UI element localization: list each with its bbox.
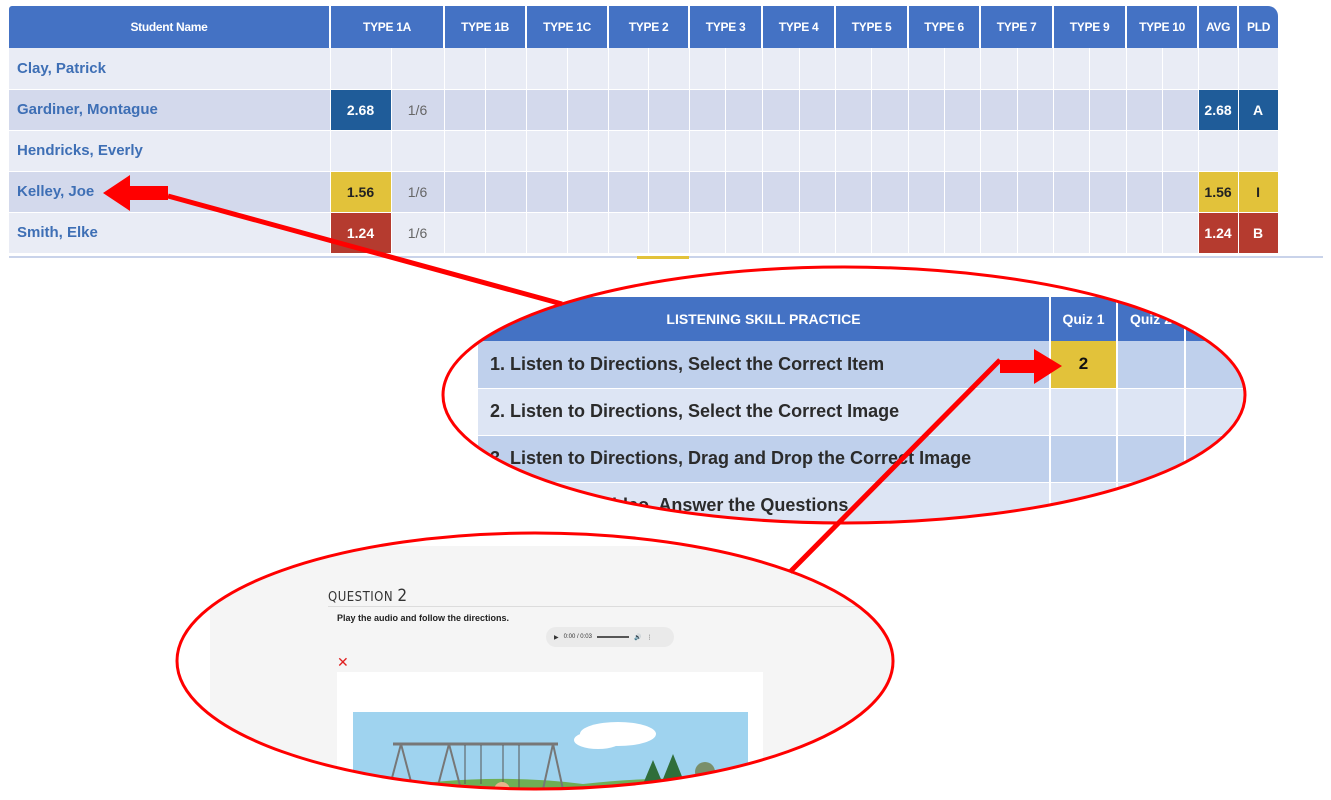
type-1a-fraction: 1/6 xyxy=(391,212,445,254)
skill-label: 4. Watch the Video, Answer the Questions xyxy=(478,482,1051,524)
pld-level xyxy=(1238,48,1279,90)
header-type-1b[interactable]: TYPE 1B xyxy=(444,6,528,48)
question-title: QUESTION 2 xyxy=(328,586,408,606)
skill-label: 1. Listen to Directions, Select the Corr… xyxy=(478,341,1051,389)
type-1a-score xyxy=(330,130,392,172)
header-type-9[interactable]: TYPE 9 xyxy=(1053,6,1128,48)
more-options-icon[interactable]: ⋮ xyxy=(646,634,652,641)
type-1a-fraction: 1/6 xyxy=(391,171,445,213)
type-1a-fraction xyxy=(391,130,445,172)
listening-skill-table: LISTENING SKILL PRACTICE Quiz 1 Quiz 2 1… xyxy=(478,297,1246,524)
header-type-5[interactable]: TYPE 5 xyxy=(835,6,910,48)
skill-row: 3. Listen to Directions, Drag and Drop t… xyxy=(478,435,1246,483)
header-student-name[interactable]: Student Name xyxy=(9,6,331,48)
table-row: Gardiner, Montague 2.68 1/6 2.68 A xyxy=(9,89,1331,131)
question-divider xyxy=(328,606,895,607)
avg-score: 1.56 xyxy=(1198,171,1239,213)
header-type-1a[interactable]: TYPE 1A xyxy=(330,6,446,48)
table-row: Hendricks, Everly xyxy=(9,130,1331,172)
grade-table-header-row: Student Name TYPE 1A TYPE 1B TYPE 1C TYP… xyxy=(9,6,1331,48)
header-pld[interactable]: PLD xyxy=(1238,6,1279,48)
table-row: Smith, Elke 1.24 1/6 1.24 B xyxy=(9,212,1331,254)
type-1a-score[interactable]: 2.68 xyxy=(330,89,392,131)
pld-level: B xyxy=(1238,212,1279,254)
header-type-3[interactable]: TYPE 3 xyxy=(689,6,764,48)
table-row: Clay, Patrick xyxy=(9,48,1331,90)
question-number: 2 xyxy=(397,586,408,606)
pld-level xyxy=(1238,130,1279,172)
avg-score: 1.24 xyxy=(1198,212,1239,254)
skill-table-title: LISTENING SKILL PRACTICE xyxy=(478,297,1051,341)
quiz-1-score-cell[interactable]: 2 xyxy=(1050,341,1118,389)
quiz-1-header[interactable]: Quiz 1 xyxy=(1050,297,1118,341)
quiz-2-header[interactable]: Quiz 2 xyxy=(1117,297,1186,341)
pld-level: I xyxy=(1238,171,1279,213)
question-image-card xyxy=(337,672,763,790)
type-1a-score[interactable]: 1.56 xyxy=(330,171,392,213)
avg-score xyxy=(1198,130,1239,172)
header-type-1c[interactable]: TYPE 1C xyxy=(526,6,610,48)
type-1a-score xyxy=(330,48,392,90)
type-1a-score[interactable]: 1.24 xyxy=(330,212,392,254)
skill-row: 2. Listen to Directions, Select the Corr… xyxy=(478,388,1246,436)
incorrect-x-icon: ✕ xyxy=(337,654,349,670)
type-1a-fraction: 1/6 xyxy=(391,89,445,131)
play-icon[interactable]: ▶ xyxy=(554,634,559,641)
quiz-1-score-cell xyxy=(1050,388,1118,436)
skill-row: 1. Listen to Directions, Select the Corr… xyxy=(478,341,1246,389)
header-avg[interactable]: AVG xyxy=(1198,6,1240,48)
header-type-2[interactable]: TYPE 2 xyxy=(608,6,691,48)
student-name-link[interactable]: Gardiner, Montague xyxy=(9,89,331,131)
audio-player[interactable]: ▶ 0:00 / 0:03 🔊 ⋮ xyxy=(546,627,674,647)
pld-level: A xyxy=(1238,89,1279,131)
zoom-callout-question: QUESTION 2 Play the audio and follow the… xyxy=(175,532,895,790)
quiz-1-score-cell xyxy=(1050,435,1118,483)
quiz-1-score-cell xyxy=(1050,482,1118,524)
header-type-4[interactable]: TYPE 4 xyxy=(762,6,837,48)
partial-score-cell xyxy=(637,256,689,259)
skill-label: 3. Listen to Directions, Drag and Drop t… xyxy=(478,435,1051,483)
header-type-10[interactable]: TYPE 10 xyxy=(1126,6,1200,48)
student-name-link[interactable]: Clay, Patrick xyxy=(9,48,331,90)
student-name-link[interactable]: Smith, Elke xyxy=(9,212,331,254)
volume-icon[interactable]: 🔊 xyxy=(634,634,641,641)
question-instruction: Play the audio and follow the directions… xyxy=(337,613,510,623)
header-type-6[interactable]: TYPE 6 xyxy=(908,6,982,48)
student-name-link[interactable]: Hendricks, Everly xyxy=(9,130,331,172)
student-name-link[interactable]: Kelley, Joe xyxy=(9,171,331,213)
avg-score xyxy=(1198,48,1239,90)
type-1a-fraction xyxy=(391,48,445,90)
question-title-prefix: QUESTION xyxy=(328,590,394,605)
playground-scene-image[interactable] xyxy=(353,712,748,790)
table-row: Kelley, Joe 1.56 1/6 1.56 I xyxy=(9,171,1331,213)
student-grade-table: Student Name TYPE 1A TYPE 1B TYPE 1C TYP… xyxy=(9,6,1331,254)
question-panel: QUESTION 2 Play the audio and follow the… xyxy=(210,546,895,790)
zoom-callout-skill-table: LISTENING SKILL PRACTICE Quiz 1 Quiz 2 1… xyxy=(443,266,1246,524)
skill-label: 2. Listen to Directions, Select the Corr… xyxy=(478,388,1051,436)
audio-progress-track[interactable] xyxy=(596,636,629,638)
avg-score: 2.68 xyxy=(1198,89,1239,131)
header-type-7[interactable]: TYPE 7 xyxy=(980,6,1055,48)
audio-time: 0:00 / 0:03 xyxy=(563,634,592,640)
skill-row: 4. Watch the Video, Answer the Questions xyxy=(478,482,1246,524)
